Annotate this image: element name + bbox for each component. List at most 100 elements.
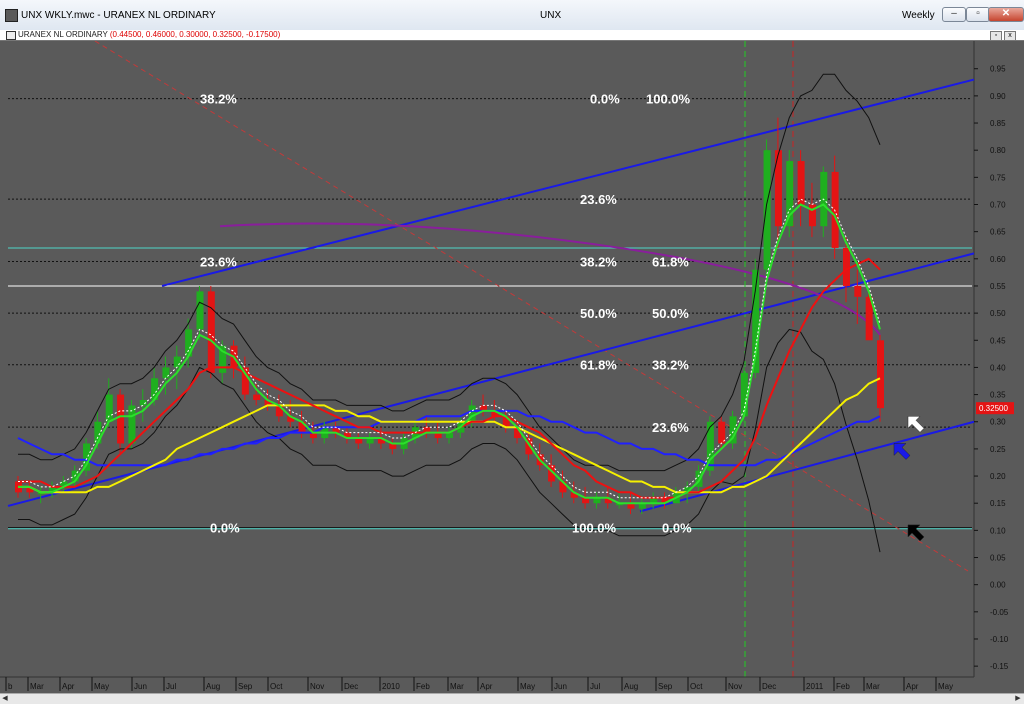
candle-body xyxy=(763,150,771,270)
y-tick-label: 0.30 xyxy=(990,418,1006,427)
candle-body xyxy=(774,150,782,227)
fib-label-mid: 38.2% xyxy=(580,255,617,270)
horizontal-scrollbar[interactable]: ◀ ▶ xyxy=(0,693,1024,704)
x-tick-label: Sep xyxy=(238,682,253,691)
price-chart[interactable]: 38.2% 23.6% 0.0% 0.0% 23.6% 38.2% 50.0% 61.8% 23… xyxy=(0,41,1024,693)
x-tick-label: Aug xyxy=(206,682,220,691)
candle-body xyxy=(854,285,862,297)
fib-label-right: 61.8% xyxy=(652,255,689,270)
minimize-button[interactable]: – xyxy=(942,7,966,22)
title-bar: UNX WKLY.mwc - URANEX NL ORDINARY UNX We… xyxy=(0,0,1024,31)
x-tick-label: 2011 xyxy=(806,682,824,691)
y-tick-label: 0.00 xyxy=(990,581,1006,590)
x-tick-label: 2010 xyxy=(382,682,400,691)
fib-label-mid: 0.0% xyxy=(590,92,620,107)
fib-label-right: 50.0% xyxy=(652,306,689,321)
chart-symbol-title: UNX xyxy=(540,10,562,21)
x-tick-label: Jun xyxy=(134,682,147,691)
fib-label-right: 38.2% xyxy=(652,358,689,373)
x-tick-label: Nov xyxy=(728,682,742,691)
y-tick-label: -0.10 xyxy=(990,635,1009,644)
x-tick-label: Jun xyxy=(554,682,567,691)
x-tick-label: Oct xyxy=(270,682,283,691)
security-values: (0.44500, 0.46000, 0.30000, 0.32500, -0.… xyxy=(109,30,281,39)
x-tick-label: Nov xyxy=(310,682,324,691)
x-tick-label: Mar xyxy=(450,682,464,691)
x-tick-label: May xyxy=(520,682,535,691)
fib-label-left: 0.0% xyxy=(210,521,240,536)
candle-body xyxy=(196,291,204,330)
x-tick-label: Apr xyxy=(62,682,75,691)
y-tick-label: -0.05 xyxy=(990,608,1009,617)
x-tick-label: Mar xyxy=(30,682,44,691)
y-tick-label: 0.45 xyxy=(990,336,1006,345)
last-price-label: 0.32500 xyxy=(979,404,1008,413)
x-tick-label: Apr xyxy=(480,682,493,691)
x-tick-label: Sep xyxy=(658,682,673,691)
y-tick-label: 0.60 xyxy=(990,255,1006,264)
app-icon xyxy=(5,9,18,22)
restore-button[interactable]: ▫ xyxy=(966,7,990,22)
y-tick-label: 0.25 xyxy=(990,445,1006,454)
y-tick-label: 0.65 xyxy=(990,228,1006,237)
x-tick-label: Dec xyxy=(762,682,776,691)
fib-label-mid: 23.6% xyxy=(652,420,689,435)
candle-body xyxy=(105,394,113,422)
candle-body xyxy=(94,421,102,444)
period-label[interactable]: Weekly xyxy=(902,10,935,21)
x-tick-label: Feb xyxy=(836,682,850,691)
fib-label-mid: 100.0% xyxy=(572,521,617,536)
x-tick-label: May xyxy=(938,682,953,691)
window-title: UNX WKLY.mwc - URANEX NL ORDINARY xyxy=(21,10,216,21)
fib-label-right: 100.0% xyxy=(646,92,691,107)
x-tick-label: Jul xyxy=(166,682,176,691)
security-name: URANEX NL ORDINARY xyxy=(18,30,108,39)
y-tick-label: 0.70 xyxy=(990,201,1006,210)
x-tick-label: Oct xyxy=(690,682,703,691)
x-tick-label: May xyxy=(94,682,109,691)
sub-close-button[interactable]: x xyxy=(1004,31,1016,41)
fib-label-left: 23.6% xyxy=(200,255,237,270)
scroll-right-icon[interactable]: ▶ xyxy=(1013,694,1023,703)
candle-body xyxy=(253,394,261,401)
x-tick-label: Dec xyxy=(344,682,358,691)
x-tick-label: Mar xyxy=(866,682,880,691)
fib-label-right: 0.0% xyxy=(662,521,692,536)
scroll-left-icon[interactable]: ◀ xyxy=(0,694,10,703)
y-tick-label: 0.20 xyxy=(990,472,1006,481)
y-tick-label: 0.15 xyxy=(990,499,1006,508)
y-tick-label: 0.35 xyxy=(990,391,1006,400)
fib-label-left: 38.2% xyxy=(200,92,237,107)
chart-icon xyxy=(6,31,16,40)
fib-label-mid: 61.8% xyxy=(580,358,617,373)
candle-body xyxy=(207,291,215,373)
chart-background xyxy=(0,41,1024,693)
x-tick-label: b xyxy=(8,682,13,691)
y-tick-label: 0.80 xyxy=(990,146,1006,155)
y-tick-label: 0.50 xyxy=(990,309,1006,318)
y-tick-label: 0.75 xyxy=(990,173,1006,182)
y-tick-label: 0.90 xyxy=(990,92,1006,101)
x-tick-label: Jul xyxy=(590,682,600,691)
x-tick-label: Apr xyxy=(906,682,919,691)
y-tick-label: 0.40 xyxy=(990,363,1006,372)
security-title: URANEX NL ORDINARY (0.44500, 0.46000, 0.… xyxy=(18,30,280,40)
sub-restore-button[interactable]: ▫ xyxy=(990,31,1002,41)
x-tick-label: Feb xyxy=(416,682,430,691)
fib-label-mid: 50.0% xyxy=(580,306,617,321)
x-tick-label: Aug xyxy=(624,682,638,691)
y-tick-label: 0.10 xyxy=(990,526,1006,535)
y-tick-label: -0.15 xyxy=(990,662,1009,671)
close-button[interactable]: ✕ xyxy=(988,7,1024,22)
y-tick-label: 0.05 xyxy=(990,554,1006,563)
y-tick-label: 0.85 xyxy=(990,119,1006,128)
candle-body xyxy=(842,247,850,286)
candle-body xyxy=(173,356,181,368)
candle-body xyxy=(797,161,805,205)
y-tick-label: 0.95 xyxy=(990,65,1006,74)
candle-body xyxy=(162,367,170,379)
y-tick-label: 0.55 xyxy=(990,282,1006,291)
candle-body xyxy=(117,394,125,444)
candle-body xyxy=(877,340,884,409)
chart-header: URANEX NL ORDINARY (0.44500, 0.46000, 0.… xyxy=(0,30,1024,41)
